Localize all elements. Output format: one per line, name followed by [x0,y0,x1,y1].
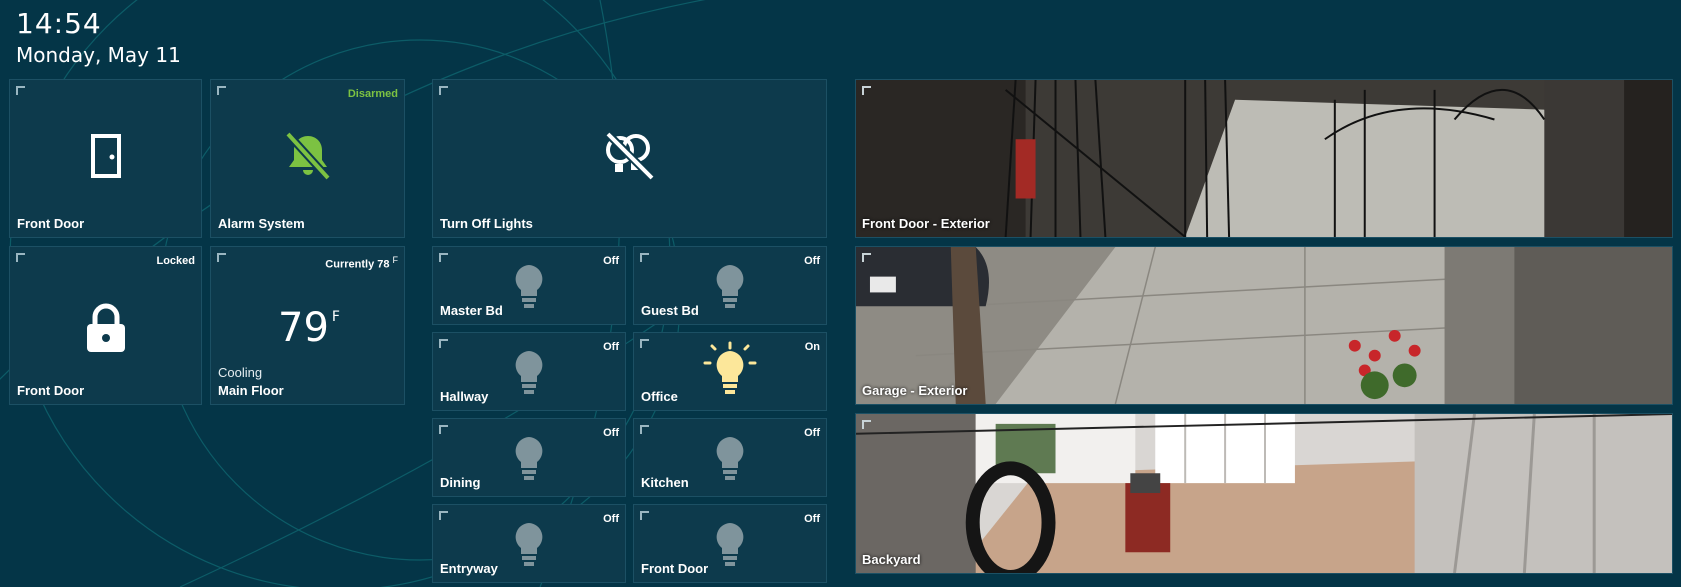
lightbulb-on-icon [703,341,757,394]
light-label: Hallway [440,389,489,404]
light-label: Guest Bd [641,303,699,318]
front-door-sensor-tile[interactable]: Front Door [9,79,202,238]
corner-marker [640,425,649,434]
tile-label: Front Door [17,383,85,398]
door-icon [90,134,121,178]
corner-marker [217,253,226,262]
light-state: Off [603,341,619,353]
light-tile[interactable]: Off Dining [432,418,626,497]
corner-marker [16,253,25,262]
setpoint-value: 79 [278,305,329,351]
lightbulb-icon [716,437,744,480]
clock-date: Monday, May 11 [16,43,181,67]
light-state: Off [603,513,619,525]
corner-marker [862,253,871,262]
camera-feed-image [856,80,1672,237]
camera-feed-image [856,247,1672,404]
light-label: Dining [440,475,481,490]
clock-time: 14:54 [16,7,102,40]
light-tile[interactable]: On Office [633,332,827,411]
light-label: Master Bd [440,303,503,318]
corner-marker [439,339,448,348]
lights-off-icon [604,131,655,181]
corner-marker [217,86,226,95]
light-state: On [804,341,820,353]
lightbulb-icon [515,351,543,394]
light-tile[interactable]: Off Master Bd [432,246,626,325]
corner-marker [439,511,448,520]
light-state: Off [603,255,619,267]
tile-label: Alarm System [218,216,305,231]
thermostat-tile[interactable]: Currently 78 F 79 F Cooling Main Floor [210,246,405,405]
camera-front-door-exterior[interactable]: Front Door - Exterior [855,79,1673,238]
setpoint-temperature: 79 F [211,305,404,351]
bell-off-icon [284,131,331,181]
light-state: Off [804,255,820,267]
light-tile[interactable]: Off Hallway [432,332,626,411]
turn-off-lights-tile[interactable]: Turn Off Lights [432,79,827,238]
alarm-status: Disarmed [347,88,398,100]
camera-backyard[interactable]: Backyard [855,413,1673,574]
light-tile[interactable]: Off Guest Bd [633,246,827,325]
lightbulb-icon [515,265,543,308]
hvac-mode: Cooling [218,365,263,380]
current-temperature: Currently 78 F [325,255,398,271]
lock-icon [86,303,125,352]
light-label: Kitchen [641,475,689,490]
camera-label: Garage - Exterior [862,383,968,398]
corner-marker [862,420,871,429]
light-label: Entryway [440,561,498,576]
camera-label: Front Door - Exterior [862,216,990,231]
corner-marker [640,511,649,520]
camera-garage-exterior[interactable]: Garage - Exterior [855,246,1673,405]
current-temperature-value: Currently 78 [325,258,390,271]
light-tile[interactable]: Off Entryway [432,504,626,583]
lightbulb-icon [515,437,543,480]
corner-marker [439,253,448,262]
lightbulb-icon [716,265,744,308]
tile-label: Turn Off Lights [440,216,533,231]
corner-marker [16,86,25,95]
camera-feed-image [856,414,1672,573]
tile-label: Main Floor [218,383,284,398]
front-door-lock-tile[interactable]: Locked Front Door [9,246,202,405]
camera-label: Backyard [862,552,921,567]
alarm-system-tile[interactable]: Disarmed Alarm System [210,79,405,238]
lock-status: Locked [156,255,195,267]
lightbulb-icon [716,523,744,566]
light-tile[interactable]: Off Front Door [633,504,827,583]
corner-marker [640,253,649,262]
light-state: Off [804,427,820,439]
corner-marker [862,86,871,95]
setpoint-unit: F [331,309,340,325]
light-label: Front Door [641,561,709,576]
corner-marker [439,425,448,434]
corner-marker [640,339,649,348]
lightbulb-icon [515,523,543,566]
current-temperature-unit: F [392,255,399,265]
light-state: Off [603,427,619,439]
light-state: Off [804,513,820,525]
corner-marker [439,86,448,95]
clock: 14:54 Monday, May 11 [16,8,181,68]
light-tile[interactable]: Off Kitchen [633,418,827,497]
light-label: Office [641,389,678,404]
tile-label: Front Door [17,216,85,231]
